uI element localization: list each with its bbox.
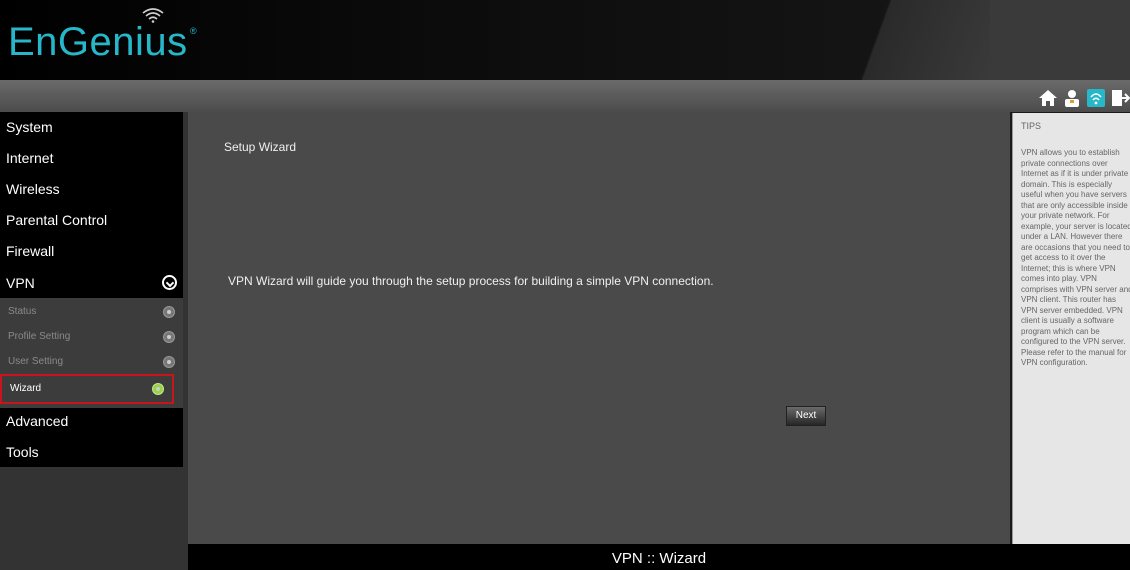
submenu-item-user-setting[interactable]: User Setting <box>0 350 183 374</box>
setup-icon[interactable] <box>1086 87 1106 109</box>
wifi-icon <box>142 8 164 23</box>
sidebar-footer <box>0 467 183 570</box>
sidebar-item-label: System <box>6 119 53 135</box>
vpn-submenu: Status Profile Setting User Setting Wiza… <box>0 298 183 408</box>
submenu-item-wizard[interactable]: Wizard <box>0 374 174 404</box>
bullet-icon <box>163 356 175 368</box>
breadcrumb: VPN :: Wizard <box>611 550 707 567</box>
sidebar-item-vpn[interactable]: VPN <box>0 268 183 298</box>
submenu-item-label: Status <box>8 306 37 317</box>
wizard-description: VPN Wizard will guide you through the se… <box>228 274 714 288</box>
sidebar-item-firewall[interactable]: Firewall <box>0 236 183 266</box>
bullet-icon <box>163 331 175 343</box>
header-stripe <box>770 0 990 80</box>
user-icon[interactable] <box>1062 87 1082 109</box>
footer-bar: VPN :: Wizard <box>188 544 1130 570</box>
tips-title: TIPS <box>1021 121 1042 131</box>
submenu-item-label: Profile Setting <box>8 331 71 342</box>
logout-icon[interactable] <box>1110 87 1130 109</box>
submenu-item-profile-setting[interactable]: Profile Setting <box>0 325 183 349</box>
header: EnGenius ® <box>0 0 1130 80</box>
sidebar-item-system[interactable]: System <box>0 112 183 142</box>
sidebar-item-wireless[interactable]: Wireless <box>0 174 183 204</box>
sidebar-item-label: Internet <box>6 150 54 166</box>
toolbar <box>1038 87 1130 109</box>
sidebar-item-tools[interactable]: Tools <box>0 437 183 467</box>
tips-body: VPN allows you to establish private conn… <box>1021 148 1130 367</box>
header-accent <box>980 0 1130 80</box>
sidebar-item-parental-control[interactable]: Parental Control <box>0 205 183 235</box>
sidebar-item-internet[interactable]: Internet <box>0 143 183 173</box>
home-icon[interactable] <box>1038 87 1058 109</box>
submenu-item-label: User Setting <box>8 356 64 367</box>
top-bar <box>0 80 1130 112</box>
bullet-icon <box>163 306 175 318</box>
sidebar-item-label: Tools <box>6 444 39 460</box>
next-button[interactable]: Next <box>786 406 826 426</box>
submenu-item-label: Wizard <box>10 383 42 394</box>
sidebar-item-label: Parental Control <box>6 212 108 228</box>
sidebar-item-advanced[interactable]: Advanced <box>0 406 183 436</box>
registered-mark: ® <box>190 26 197 36</box>
tips-panel: TIPS VPN allows you to establish private… <box>1012 113 1130 547</box>
engenius-logo: EnGenius <box>8 20 188 64</box>
sidebar-item-label: Advanced <box>6 413 69 429</box>
sidebar: System Internet Wireless Parental Contro… <box>0 112 183 467</box>
sidebar-item-label: VPN <box>6 275 35 291</box>
submenu-item-status[interactable]: Status <box>0 300 183 324</box>
sidebar-item-label: Firewall <box>6 243 55 259</box>
chevron-down-icon[interactable] <box>162 275 177 290</box>
main-content: Setup Wizard VPN Wizard will guide you t… <box>188 112 1010 544</box>
page-title: Setup Wizard <box>224 140 297 154</box>
sidebar-item-label: Wireless <box>6 181 60 197</box>
active-bullet-icon <box>152 383 164 395</box>
